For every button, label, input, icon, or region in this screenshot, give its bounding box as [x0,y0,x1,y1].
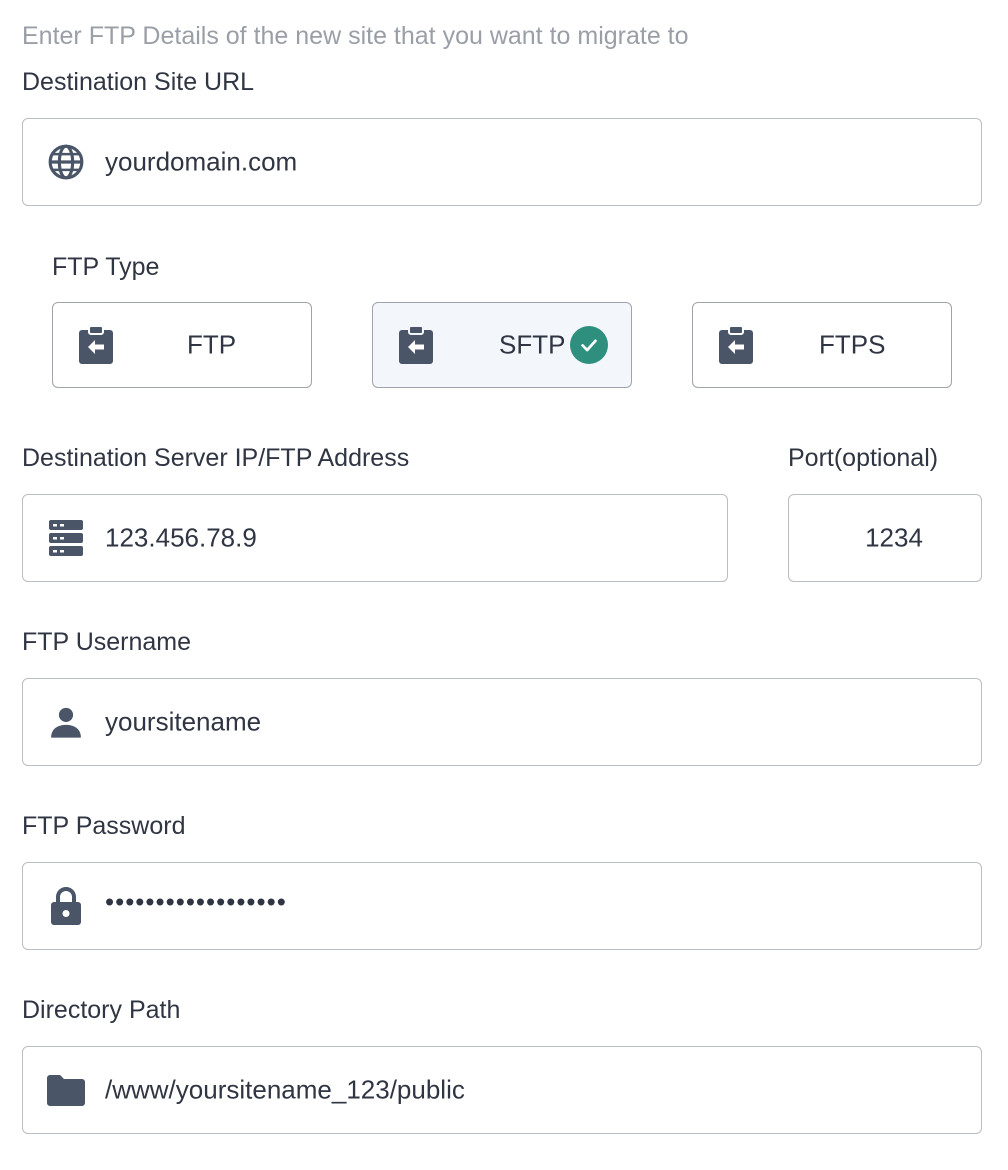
globe-icon [47,143,85,181]
lock-icon [47,887,85,925]
ftp-type-label-sftp: SFTP [499,329,566,360]
user-icon [47,703,85,741]
ftp-type-option-ftps[interactable]: FTPS [692,302,952,388]
folder-icon [47,1071,85,1109]
directory-label: Directory Path [22,996,181,1024]
destination-url-value: yourdomain.com [105,146,298,177]
ftp-type-label: FTP Type [52,253,160,281]
password-field[interactable]: •••••••••••••••••• [22,862,982,950]
clipboard-arrow-icon [717,325,755,365]
ftp-type-label-ftps: FTPS [819,329,886,360]
destination-url-field[interactable]: yourdomain.com [22,118,982,206]
password-value: •••••••••••••••••• [105,886,287,917]
password-label: FTP Password [22,812,186,840]
directory-field[interactable]: /www/yoursitename_123/public [22,1046,982,1134]
directory-value: /www/yoursitename_123/public [105,1074,465,1105]
server-address-label: Destination Server IP/FTP Address [22,444,410,472]
clipboard-arrow-icon [77,325,115,365]
username-field[interactable]: yoursitename [22,678,982,766]
ftp-type-label-ftp: FTP [187,329,237,360]
ftp-type-option-ftp[interactable]: FTP [52,302,312,388]
form-intro-text: Enter FTP Details of the new site that y… [22,22,689,50]
ftp-type-option-sftp[interactable]: SFTP [372,302,632,388]
port-label: Port(optional) [788,444,939,472]
clipboard-arrow-icon [397,325,435,365]
server-address-value: 123.456.78.9 [105,522,257,553]
selected-check-icon [570,326,608,364]
server-address-field[interactable]: 123.456.78.9 [22,494,728,582]
port-field[interactable]: 1234 [788,494,982,582]
username-value: yoursitename [105,706,262,737]
username-label: FTP Username [22,628,192,656]
port-value: 1234 [865,522,923,553]
server-icon [47,519,85,557]
destination-url-label: Destination Site URL [22,68,255,96]
